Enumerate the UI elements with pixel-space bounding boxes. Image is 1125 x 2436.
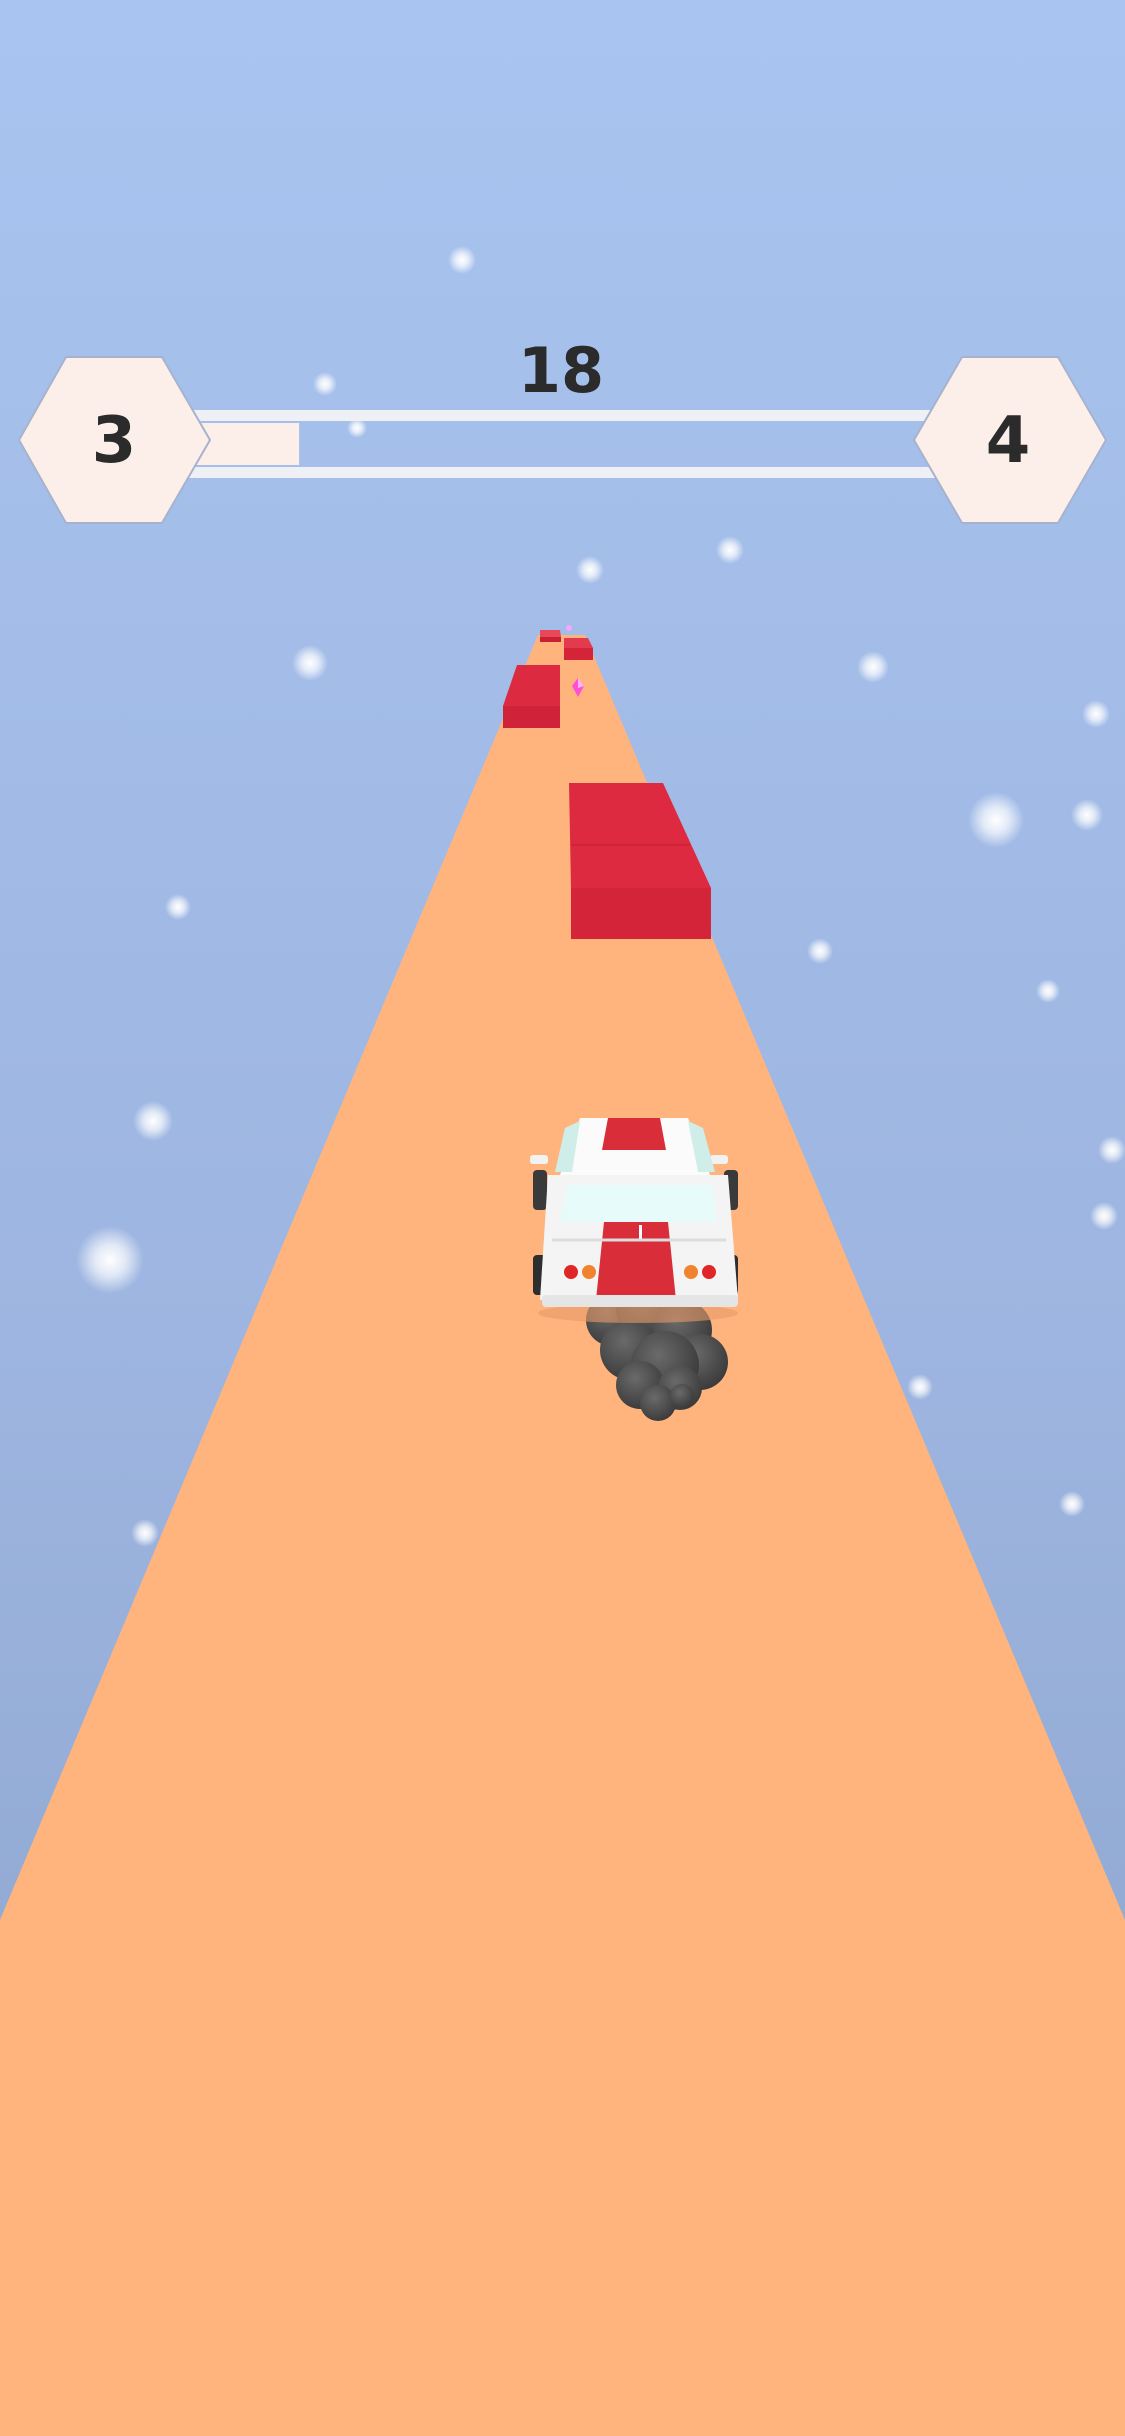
- player-car[interactable]: [530, 1118, 738, 1323]
- game-screen[interactable]: 3 4 18: [0, 0, 1125, 2436]
- progress-track-bottom-line: [186, 467, 940, 478]
- current-level-number: 3: [92, 404, 137, 478]
- pink-gem-far-icon: [566, 625, 572, 631]
- progress-track-top-line: [186, 410, 940, 421]
- score-counter: 18: [518, 334, 604, 407]
- next-level-number: 4: [986, 404, 1031, 478]
- red-block-far-1: [540, 630, 561, 642]
- red-block-far-2: [564, 638, 593, 660]
